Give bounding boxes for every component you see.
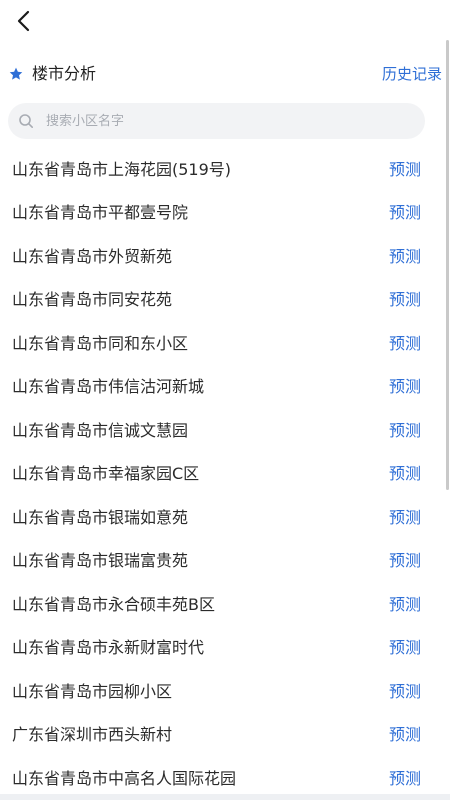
predict-button[interactable]: 预测 xyxy=(389,768,421,790)
predict-button[interactable]: 预测 xyxy=(389,159,421,181)
community-name: 山东省青岛市园柳小区 xyxy=(12,681,173,701)
chevron-left-icon xyxy=(17,10,30,32)
community-name: 山东省青岛市信诚文慧园 xyxy=(12,420,189,440)
list-item[interactable]: 山东省青岛市同和东小区 预测 xyxy=(0,322,450,366)
search-icon xyxy=(19,114,33,128)
predict-button[interactable]: 预测 xyxy=(389,333,421,355)
list-item[interactable]: 山东省青岛市同安花苑 预测 xyxy=(0,279,450,323)
community-name: 山东省青岛市平都壹号院 xyxy=(12,203,189,223)
predict-button[interactable]: 预测 xyxy=(389,594,421,616)
list-item[interactable]: 山东省青岛市信诚文慧园 预测 xyxy=(0,409,450,453)
search-input[interactable] xyxy=(46,103,416,139)
community-name: 山东省青岛市永新财富时代 xyxy=(12,638,205,658)
community-name: 山东省青岛市银瑞富贵苑 xyxy=(12,551,189,571)
list-item[interactable]: 广东省深圳市西头新村 预测 xyxy=(0,714,450,758)
predict-button[interactable]: 预测 xyxy=(389,507,421,529)
section-header: 楼市分析 历史记录 xyxy=(0,58,450,90)
list-item[interactable]: 山东省青岛市上海花园(519号) 预测 xyxy=(0,148,450,192)
list-item[interactable]: 山东省青岛市银瑞如意苑 预测 xyxy=(0,496,450,540)
predict-button[interactable]: 预测 xyxy=(389,463,421,485)
section-title: 楼市分析 xyxy=(32,64,97,83)
predict-button[interactable]: 预测 xyxy=(389,246,421,268)
predict-button[interactable]: 预测 xyxy=(389,637,421,659)
predict-button[interactable]: 预测 xyxy=(389,202,421,224)
history-link[interactable]: 历史记录 xyxy=(382,62,442,86)
bottom-edge xyxy=(0,794,450,800)
list-item[interactable]: 山东省青岛市银瑞富贵苑 预测 xyxy=(0,540,450,584)
predict-button[interactable]: 预测 xyxy=(389,376,421,398)
community-name: 山东省青岛市外贸新苑 xyxy=(12,246,173,266)
community-name: 山东省青岛市上海花园(519号) xyxy=(12,159,232,179)
community-name: 山东省青岛市同安花苑 xyxy=(12,290,173,310)
community-name: 山东省青岛市幸福家园C区 xyxy=(12,464,200,484)
star-icon xyxy=(9,67,23,80)
list-item[interactable]: 山东省青岛市园柳小区 预测 xyxy=(0,670,450,714)
community-name: 山东省青岛市伟信沽河新城 xyxy=(12,377,205,397)
list-item[interactable]: 山东省青岛市伟信沽河新城 预测 xyxy=(0,366,450,410)
community-name: 山东省青岛市同和东小区 xyxy=(12,333,189,353)
community-name: 广东省深圳市西头新村 xyxy=(12,725,173,745)
predict-button[interactable]: 预测 xyxy=(389,681,421,703)
list-item[interactable]: 山东省青岛市外贸新苑 预测 xyxy=(0,235,450,279)
predict-button[interactable]: 预测 xyxy=(389,289,421,311)
predict-button[interactable]: 预测 xyxy=(389,420,421,442)
list-item[interactable]: 山东省青岛市平都壹号院 预测 xyxy=(0,192,450,236)
community-name: 山东省青岛市永合硕丰苑B区 xyxy=(12,594,215,614)
list-item[interactable]: 山东省青岛市永新财富时代 预测 xyxy=(0,627,450,671)
community-name: 山东省青岛市银瑞如意苑 xyxy=(12,507,189,527)
list-item[interactable]: 山东省青岛市永合硕丰苑B区 预测 xyxy=(0,583,450,627)
predict-button[interactable]: 预测 xyxy=(389,724,421,746)
back-button[interactable] xyxy=(8,6,38,36)
list-item[interactable]: 山东省青岛市幸福家园C区 预测 xyxy=(0,453,450,497)
community-list: 山东省青岛市上海花园(519号) 预测 山东省青岛市平都壹号院 预测 山东省青岛… xyxy=(0,148,450,800)
predict-button[interactable]: 预测 xyxy=(389,550,421,572)
search-box[interactable] xyxy=(8,103,425,139)
scrollbar[interactable] xyxy=(446,40,449,490)
community-name: 山东省青岛市中高名人国际花园 xyxy=(12,768,237,788)
